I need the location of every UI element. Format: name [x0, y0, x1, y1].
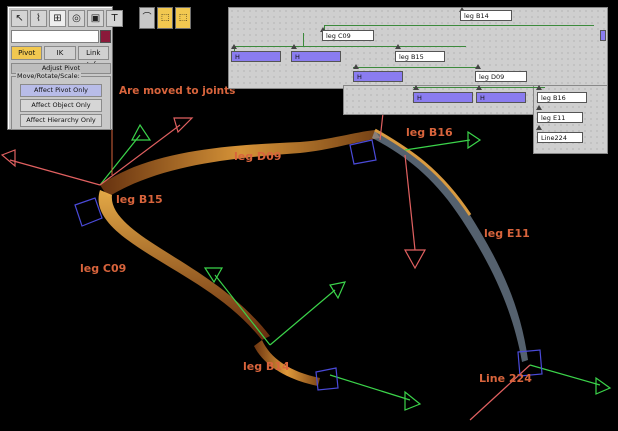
modify-icon[interactable]: ⌇ — [30, 10, 47, 27]
affect-hierarchy-only-button[interactable]: Affect Hierarchy Only — [20, 114, 102, 127]
node-leg-b14[interactable]: leg B14 — [460, 10, 512, 21]
toolbar: ⌒ ⬚ ⬚ — [139, 7, 191, 29]
gizmo-line224[interactable] — [469, 349, 612, 421]
label-leg-d09: leg D09 — [234, 150, 282, 163]
tab-ik[interactable]: IK — [44, 46, 76, 60]
object-color-swatch[interactable] — [100, 30, 111, 43]
label-leg-c09: leg C09 — [80, 262, 127, 275]
select-region-icon[interactable]: ⬚ — [175, 7, 191, 29]
annotation-text: Are moved to joints — [119, 85, 236, 97]
affect-pivot-only-button[interactable]: Affect Pivot Only — [20, 84, 102, 97]
affect-object-only-button[interactable]: Affect Object Only — [20, 99, 102, 112]
leg-e11-mesh[interactable] — [372, 130, 528, 362]
hierarchy-sub-tabs: Pivot IK Link Info — [11, 46, 109, 69]
rotate-view-icon[interactable]: ⌒ — [139, 7, 155, 29]
label-leg-e11: leg E11 — [484, 227, 530, 240]
label-leg-b15: leg B15 — [116, 193, 163, 206]
object-name-field[interactable] — [11, 30, 99, 43]
label-line-224: Line 224 — [479, 372, 532, 385]
tab-pivot[interactable]: Pivot — [11, 46, 43, 60]
node-h-5[interactable]: H — [476, 92, 526, 103]
command-panel-tabs: ↖ ⌇ ⊞ ◎ ▣ T — [11, 10, 123, 27]
command-panel: ↖ ⌇ ⊞ ◎ ▣ T Pivot IK Link Info Adjust Pi… — [7, 6, 123, 130]
group-label: Move/Rotate/Scale: — [16, 72, 81, 80]
select-object-icon[interactable]: ⬚ — [157, 7, 173, 29]
node-leg-c09[interactable]: leg C09 — [322, 30, 374, 41]
node-h-4[interactable]: H — [413, 92, 473, 103]
node-h-3[interactable]: H — [353, 71, 403, 82]
label-leg-b16: leg B16 — [406, 126, 453, 139]
label-leg-b14: leg B14 — [243, 360, 290, 373]
node-leg-e11[interactable]: leg E11 — [537, 112, 583, 123]
hierarchy-icon[interactable]: ⊞ — [49, 10, 66, 27]
node-line224[interactable]: Line224 — [537, 132, 583, 143]
node-h[interactable] — [600, 30, 606, 41]
gizmo-leg-b14[interactable] — [203, 267, 422, 411]
node-h-2[interactable]: H — [291, 51, 341, 62]
node-leg-b16[interactable]: leg B16 — [537, 92, 587, 103]
node-leg-d09[interactable]: leg D09 — [475, 71, 527, 82]
node-leg-b15[interactable]: leg B15 — [395, 51, 445, 62]
move-rotate-scale-group: Move/Rotate/Scale: Affect Pivot Only Aff… — [11, 72, 111, 130]
tab-link-info[interactable]: Link Info — [77, 46, 109, 69]
utilities-icon[interactable]: T — [106, 10, 123, 27]
motion-icon[interactable]: ◎ — [68, 10, 85, 27]
cursor-icon[interactable]: ↖ — [11, 10, 28, 27]
node-h-1[interactable]: H — [231, 51, 281, 62]
display-icon[interactable]: ▣ — [87, 10, 104, 27]
